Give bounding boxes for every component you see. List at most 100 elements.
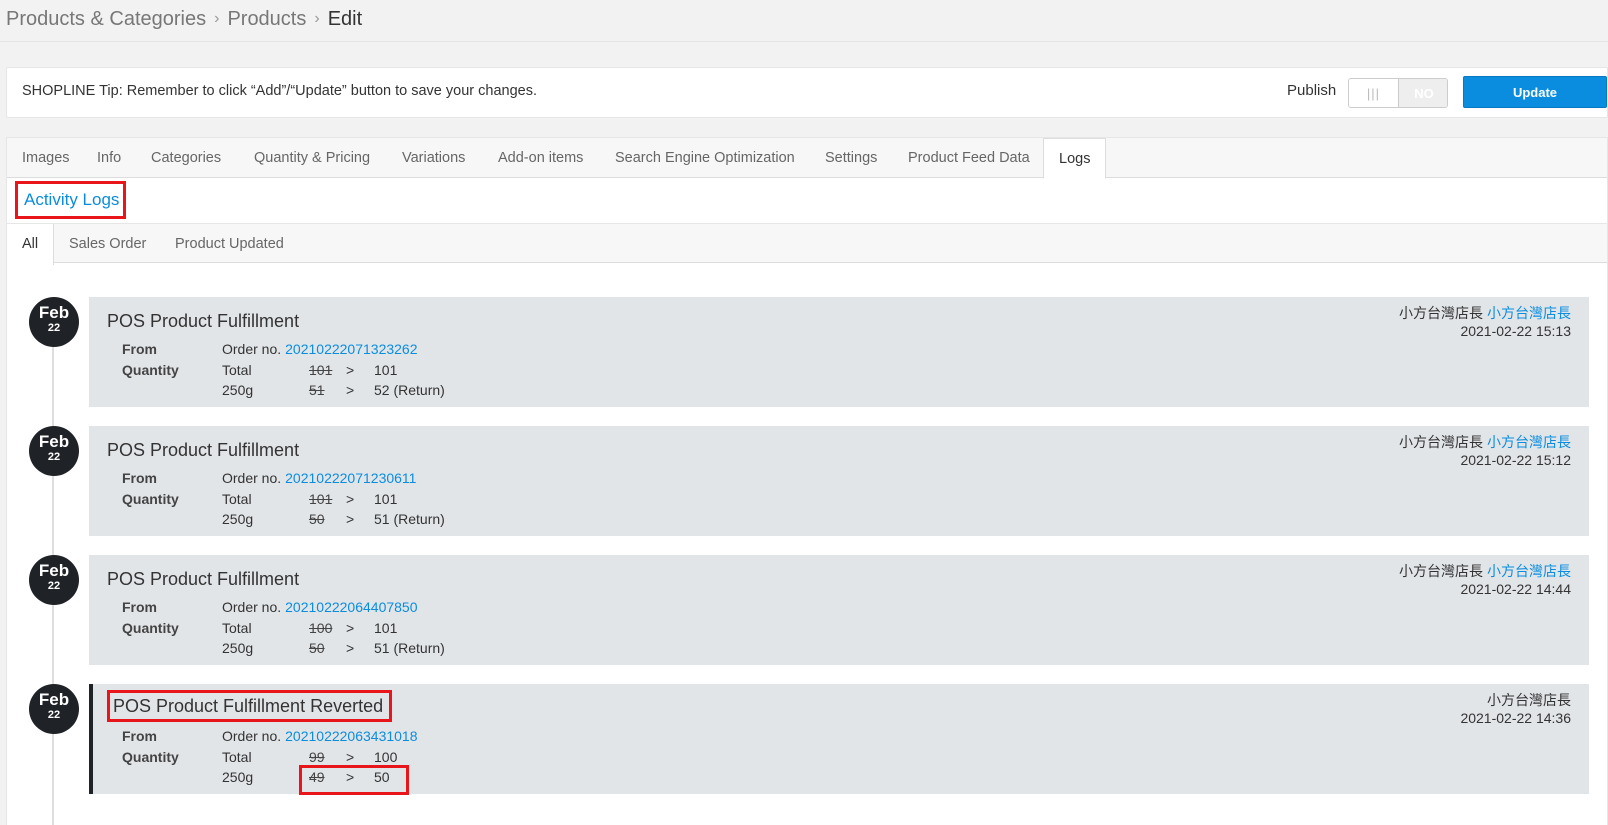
new-value: 52 (Return) xyxy=(374,382,445,398)
date-day: 22 xyxy=(47,451,61,463)
product-tabs: Images Info Categories Quantity & Pricin… xyxy=(7,138,1607,179)
old-value: 100 xyxy=(309,620,333,636)
date-month: Feb xyxy=(38,561,70,580)
tab-add-on-items[interactable]: Add-on items xyxy=(498,138,583,178)
new-value: 51 (Return) xyxy=(374,511,445,527)
log-user-link[interactable]: 小方台灣店長 xyxy=(1487,434,1571,450)
arrow: > xyxy=(346,362,355,378)
old-value: 50 xyxy=(309,511,325,527)
tip-bar: SHOPLINE Tip: Remember to click “Add”/“U… xyxy=(6,67,1608,118)
tab-settings[interactable]: Settings xyxy=(825,138,877,178)
date-bubble: Feb 22 xyxy=(29,297,79,347)
log-title: POS Product Fulfillment Reverted xyxy=(107,690,393,722)
date-bubble: Feb 22 xyxy=(29,426,79,476)
product-edit-panel: Images Info Categories Quantity & Pricin… xyxy=(6,137,1608,825)
tab-product-feed-data[interactable]: Product Feed Data xyxy=(908,138,1030,178)
breadcrumb-products[interactable]: Products xyxy=(227,8,306,31)
log-time: 2021-02-22 14:44 xyxy=(1460,581,1571,597)
date-month: Feb xyxy=(38,303,70,322)
order-link[interactable]: 20210222064407850 xyxy=(285,599,417,615)
variant-label: 250g xyxy=(222,640,254,656)
breadcrumb-products-categories[interactable]: Products & Categories xyxy=(6,8,206,31)
from-label: From xyxy=(122,470,157,486)
subtab-product-updated[interactable]: Product Updated xyxy=(175,224,284,264)
chevron-right-icon: › xyxy=(214,10,220,27)
log-user-name: 小方台灣店長 xyxy=(1399,305,1483,321)
new-value: 51 (Return) xyxy=(374,640,445,656)
quantity-label: Quantity xyxy=(122,491,179,507)
variant-label: 250g xyxy=(222,382,254,398)
chevron-right-icon: › xyxy=(314,10,320,27)
new-value: 50 xyxy=(374,769,390,785)
arrow: > xyxy=(346,640,355,656)
log-filter-tabs: All Sales Order Product Updated xyxy=(7,223,1607,265)
log-user: 小方台灣店長 xyxy=(1487,692,1571,708)
date-bubble: Feb 22 xyxy=(29,684,79,734)
tab-logs[interactable]: Logs xyxy=(1043,138,1107,179)
order-prefix: Order no. xyxy=(222,470,282,486)
variant-label: 250g xyxy=(222,769,254,785)
subtab-all[interactable]: All xyxy=(7,224,55,265)
tab-info[interactable]: Info xyxy=(97,138,121,178)
log-entry: POS Product Fulfillment 小方台灣店長 小方台灣店長 202… xyxy=(89,426,1589,536)
log-user-link[interactable]: 小方台灣店長 xyxy=(1487,563,1571,579)
tab-seo[interactable]: Search Engine Optimization xyxy=(615,138,795,178)
arrow: > xyxy=(346,620,355,636)
order-link[interactable]: 20210222071230611 xyxy=(285,470,416,486)
breadcrumb: Products & Categories › Products › Edit xyxy=(6,4,362,34)
log-title: POS Product Fulfillment xyxy=(107,569,300,589)
order-link[interactable]: 20210222071323262 xyxy=(285,341,417,357)
log-entry: POS Product Fulfillment 小方台灣店長 小方台灣店長 202… xyxy=(89,555,1589,665)
log-entry-reverted: POS Product Fulfillment Reverted 小方台灣店長 … xyxy=(89,684,1589,795)
total-label: Total xyxy=(222,362,252,378)
quantity-label: Quantity xyxy=(122,749,179,765)
tip-text: SHOPLINE Tip: Remember to click “Add”/“U… xyxy=(22,83,537,99)
old-value: 101 xyxy=(309,491,333,507)
log-title: POS Product Fulfillment xyxy=(107,311,300,331)
log-entry: POS Product Fulfillment 小方台灣店長 小方台灣店長 202… xyxy=(89,297,1589,407)
order-prefix: Order no. xyxy=(222,599,282,615)
log-user-link[interactable]: 小方台灣店長 xyxy=(1487,305,1571,321)
publish-label: Publish xyxy=(1287,82,1337,99)
date-month: Feb xyxy=(38,432,70,451)
subtab-sales-order[interactable]: Sales Order xyxy=(69,224,146,264)
date-day: 22 xyxy=(47,580,61,592)
arrow: > xyxy=(346,749,355,765)
publish-toggle[interactable]: ||| NO xyxy=(1348,78,1448,108)
order-ref: Order no. 20210222063431018 xyxy=(222,728,418,744)
arrow: > xyxy=(346,511,355,527)
order-prefix: Order no. xyxy=(222,728,282,744)
variant-label: 250g xyxy=(222,511,254,527)
update-button[interactable]: Update xyxy=(1463,76,1607,108)
activity-logs-title: Activity Logs xyxy=(15,181,126,219)
new-value: 101 xyxy=(374,620,398,636)
arrow: > xyxy=(346,382,355,398)
breadcrumb-current: Edit xyxy=(327,7,363,30)
log-user: 小方台灣店長 小方台灣店長 xyxy=(1399,303,1571,323)
new-value: 101 xyxy=(374,491,398,507)
log-time: 2021-02-22 14:36 xyxy=(1460,710,1571,726)
total-label: Total xyxy=(222,491,252,507)
tab-images[interactable]: Images xyxy=(22,138,70,178)
date-bubble: Feb 22 xyxy=(29,555,79,605)
date-day: 22 xyxy=(47,709,61,721)
log-time: 2021-02-22 15:13 xyxy=(1460,323,1571,339)
toggle-state-label: NO xyxy=(1399,79,1447,107)
divider xyxy=(0,41,1608,42)
arrow: > xyxy=(346,769,355,785)
from-label: From xyxy=(122,341,157,357)
tab-variations[interactable]: Variations xyxy=(402,138,465,178)
from-label: From xyxy=(122,599,157,615)
log-user: 小方台灣店長 小方台灣店長 xyxy=(1399,432,1571,452)
toggle-handle[interactable]: ||| xyxy=(1349,79,1399,107)
order-link[interactable]: 20210222063431018 xyxy=(285,728,417,744)
tab-quantity-pricing[interactable]: Quantity & Pricing xyxy=(254,138,370,178)
date-month: Feb xyxy=(38,690,70,709)
tab-categories[interactable]: Categories xyxy=(151,138,221,178)
old-value: 50 xyxy=(309,640,325,656)
arrow: > xyxy=(346,491,355,507)
old-value: 101 xyxy=(309,362,333,378)
log-user-name: 小方台灣店長 xyxy=(1399,563,1483,579)
order-ref: Order no. 20210222064407850 xyxy=(222,599,418,615)
order-prefix: Order no. xyxy=(222,341,282,357)
